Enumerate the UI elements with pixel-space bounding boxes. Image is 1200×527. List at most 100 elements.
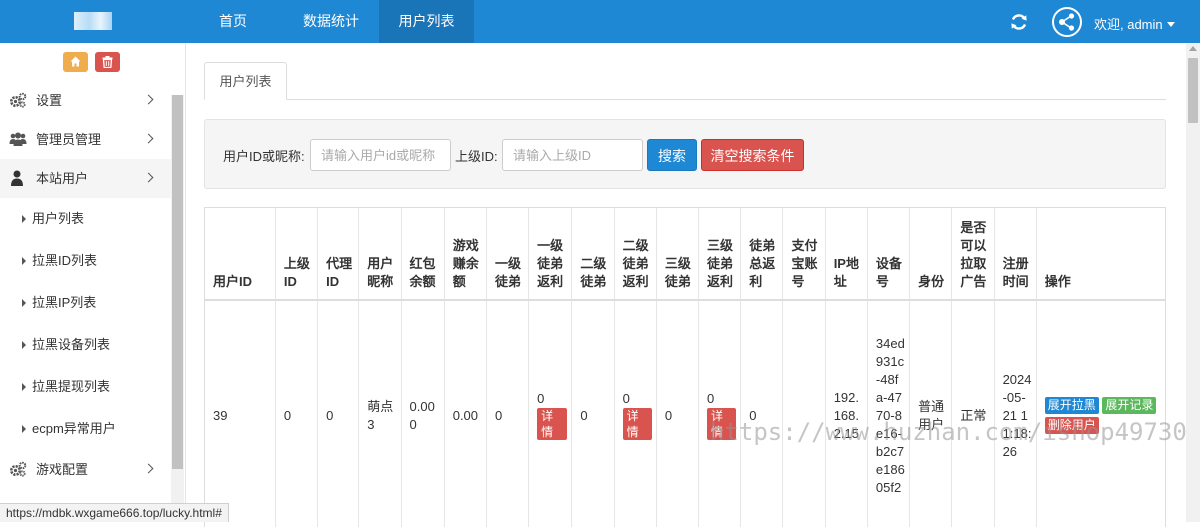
user-menu-toggle[interactable]: 欢迎, admin (1094, 14, 1175, 33)
sidebar: 设置 管理员管理 本站用户 用户列表 拉黑ID列表 拉黑IP列表 拉黑设备列表 … (0, 43, 186, 522)
tab-user-list[interactable]: 用户列表 (204, 62, 287, 100)
search-button[interactable]: 搜索 (647, 139, 697, 171)
sidebar-scrollbar[interactable] (171, 95, 184, 522)
sidebar-item-game-config[interactable]: 游戏配置 (0, 450, 171, 489)
chevron-right-icon (143, 133, 154, 144)
main-scrollbar[interactable] (1186, 43, 1200, 522)
delete-user-button[interactable]: 删除用户 (1044, 416, 1099, 434)
column-header: 是否可以拉取广告 (951, 208, 995, 301)
level2-rebate-value: 0 (622, 391, 630, 406)
column-header: 用户ID (205, 208, 276, 301)
sidebar-item-admins[interactable]: 管理员管理 (0, 120, 171, 159)
cell-level2: 0 (571, 300, 615, 527)
welcome-text: 欢迎, admin (1094, 17, 1163, 32)
sidebar-item-site-users[interactable]: 本站用户 (0, 159, 171, 198)
nav-home[interactable]: 首页 (196, 0, 270, 43)
cell-operations: 展开拉黑 展开记录 删除用户 (1036, 300, 1165, 527)
column-header: 一级徒弟 (486, 208, 530, 301)
detail-button[interactable]: 详情 (707, 408, 737, 440)
main-scroll-thumb[interactable] (1188, 58, 1198, 123)
brand-logo[interactable] (74, 12, 112, 30)
level3-rebate-value: 0 (707, 391, 715, 406)
cell-user-id: 39 (205, 300, 276, 527)
submenu-item-blacklist-withdraw[interactable]: 拉黑提现列表 (0, 366, 171, 408)
submenu-item-label: 拉黑设备列表 (32, 337, 111, 352)
sidebar-scroll-thumb[interactable] (172, 95, 183, 469)
table-row: 39 0 0 萌点3 0.000 0.00 0 0 详情 0 0 详情 0 0 … (205, 300, 1165, 527)
user-icon (11, 170, 23, 186)
clear-search-button[interactable]: 清空搜索条件 (701, 139, 804, 171)
column-header: 注册时间 (994, 208, 1037, 301)
chevron-right-icon (143, 463, 154, 474)
submenu-item-label: 拉黑ID列表 (32, 253, 98, 268)
column-header: 设备号 (867, 208, 911, 301)
column-header: 三级徒弟 (656, 208, 700, 301)
sidebar-item-settings[interactable]: 设置 (0, 81, 171, 120)
gears-icon (10, 92, 27, 108)
user-table: 用户ID 上级ID 代理ID 用户昵称 红包余额 游戏赚余额 一级徒弟 一级徒弟… (205, 208, 1165, 527)
share-icon (1059, 13, 1075, 31)
cell-level1: 0 (486, 300, 530, 527)
nav-user-list[interactable]: 用户列表 (379, 0, 474, 43)
cell-level3: 0 (656, 300, 700, 527)
sidebar-item-label: 设置 (36, 93, 63, 108)
column-header: 红包余额 (401, 208, 445, 301)
cell-parent-id: 0 (275, 300, 319, 527)
column-header: 代理ID (317, 208, 360, 301)
expand-blacklist-button[interactable]: 展开拉黑 (1044, 396, 1099, 414)
submenu-item-label: ecpm异常用户 (32, 421, 116, 436)
cell-can-pull-ads: 正常 (951, 300, 995, 527)
sidebar-item-label: 本站用户 (36, 171, 89, 186)
caret-right-icon (22, 257, 26, 265)
user-table-container: 用户ID 上级ID 代理ID 用户昵称 红包余额 游戏赚余额 一级徒弟 一级徒弟… (204, 207, 1166, 527)
cell-game-balance: 0.00 (444, 300, 487, 527)
cell-total-rebate: 0 (740, 300, 784, 527)
column-header: IP地址 (825, 208, 868, 301)
column-header: 游戏赚余额 (444, 208, 487, 301)
column-header: 支付宝账号 (782, 208, 826, 301)
caret-right-icon (22, 425, 26, 433)
user-id-input[interactable] (310, 139, 451, 171)
cell-level2-rebate: 0 详情 (614, 300, 657, 527)
column-header: 操作 (1036, 208, 1165, 301)
column-header: 一级徒弟返利 (528, 208, 573, 301)
submenu-item-blacklist-device[interactable]: 拉黑设备列表 (0, 324, 171, 366)
column-header: 三级徒弟返利 (698, 208, 742, 301)
parent-id-input[interactable] (502, 139, 643, 171)
main-content: 用户列表 用户ID或昵称: 上级ID: 搜索 清空搜索条件 用户ID 上级ID … (186, 43, 1186, 527)
sidebar-item-label: 游戏配置 (36, 462, 89, 477)
submenu-item-blacklist-ip[interactable]: 拉黑IP列表 (0, 282, 171, 324)
cell-level1-rebate: 0 详情 (528, 300, 573, 527)
detail-button[interactable]: 详情 (622, 408, 652, 440)
sidebar-menu: 设置 管理员管理 本站用户 用户列表 拉黑ID列表 拉黑IP列表 拉黑设备列表 … (0, 81, 171, 489)
nav-statistics[interactable]: 数据统计 (288, 0, 374, 43)
cell-identity: 普通用户 (909, 300, 953, 527)
caret-right-icon (22, 341, 26, 349)
parent-id-label: 上级ID: (455, 149, 498, 164)
cell-alipay (782, 300, 826, 527)
top-navbar: 首页 数据统计 用户列表 欢迎, admin (0, 0, 1200, 43)
expand-records-button[interactable]: 展开记录 (1102, 396, 1157, 414)
column-header: 上级ID (275, 208, 319, 301)
tab-divider (204, 99, 1166, 100)
column-header: 用户昵称 (358, 208, 402, 301)
refresh-icon[interactable] (1008, 11, 1030, 33)
home-button[interactable] (63, 52, 88, 72)
cell-red-packet: 0.000 (401, 300, 445, 527)
chevron-right-icon (143, 94, 154, 105)
cell-reg-time: 2024-05-21 11:18:26 (994, 300, 1037, 527)
submenu-item-blacklist-id[interactable]: 拉黑ID列表 (0, 240, 171, 282)
avatar[interactable] (1052, 7, 1082, 37)
scroll-up-arrow-icon[interactable] (1189, 46, 1197, 51)
trash-button[interactable] (95, 52, 120, 72)
column-header: 二级徒弟返利 (614, 208, 657, 301)
detail-button[interactable]: 详情 (537, 408, 568, 440)
column-header: 身份 (909, 208, 953, 301)
column-header: 二级徒弟 (571, 208, 615, 301)
cell-agent-id: 0 (317, 300, 360, 527)
cell-device: 34ed931c-48fa-4770-8e16-b2c7e18605f2 (867, 300, 911, 527)
cell-ip: 192.168.2.15 (825, 300, 868, 527)
submenu-item-user-list[interactable]: 用户列表 (0, 198, 171, 240)
submenu-item-ecpm-abnormal[interactable]: ecpm异常用户 (0, 408, 171, 450)
cell-level3-rebate: 0 详情 (698, 300, 742, 527)
